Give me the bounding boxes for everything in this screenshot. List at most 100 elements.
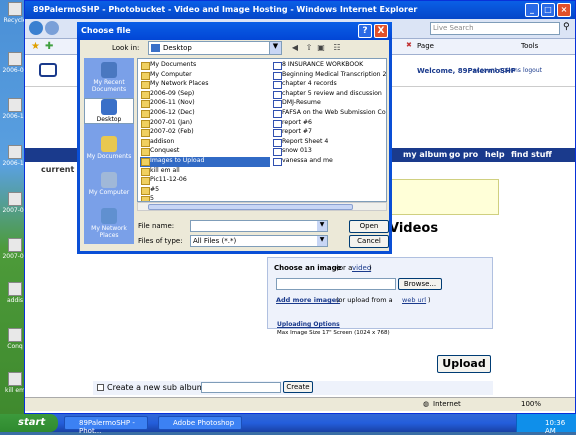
- account-options-link[interactable]: account options: [473, 67, 521, 74]
- place-recent-documents[interactable]: My Recent Documents: [84, 62, 134, 93]
- nav-my-album[interactable]: my album: [403, 150, 447, 159]
- file-item[interactable]: DMJ-Resume: [272, 99, 386, 109]
- scroll-thumb[interactable]: [148, 204, 353, 210]
- videos-heading: Videos: [389, 221, 439, 236]
- file-item[interactable]: kill em all: [140, 167, 270, 177]
- page-menu[interactable]: Page: [417, 42, 434, 50]
- file-item[interactable]: Beginning Medical Transcription 2nd ed: [272, 71, 386, 81]
- file-item[interactable]: addison: [140, 138, 270, 148]
- cancel-button[interactable]: Cancel: [349, 235, 389, 248]
- globe-icon: ◍: [423, 400, 430, 408]
- file-item[interactable]: 2006-11 (Nov): [140, 99, 270, 109]
- files-of-type-select[interactable]: All Files (*.*) ▼: [190, 235, 328, 247]
- look-in-label: Look in:: [112, 44, 140, 52]
- back-icon[interactable]: ◀: [290, 43, 300, 53]
- search-icon[interactable]: ⚲: [563, 22, 570, 32]
- search-input[interactable]: Live Search: [430, 22, 560, 35]
- file-item[interactable]: 2007-01 (Jan): [140, 119, 270, 129]
- favorites-star-icon[interactable]: ★: [31, 41, 40, 52]
- place-my-documents[interactable]: My Documents: [84, 136, 134, 160]
- chevron-down-icon[interactable]: ▼: [317, 236, 327, 246]
- browse-button[interactable]: Browse...: [398, 278, 442, 290]
- close-paren: ): [369, 264, 372, 272]
- zoom-level[interactable]: 100%: [521, 400, 541, 408]
- chevron-down-icon[interactable]: ▼: [269, 42, 281, 54]
- file-list[interactable]: My Documents My Computer My Network Places…: [137, 58, 387, 202]
- nav-go-pro[interactable]: go pro: [449, 150, 478, 159]
- add-favorites-icon[interactable]: ✚: [45, 41, 53, 52]
- choose-image-label: Choose an image: [274, 264, 342, 272]
- album-name-input[interactable]: [201, 382, 281, 393]
- close-paren-2: ): [428, 296, 431, 304]
- dialog-close-button[interactable]: X: [374, 24, 388, 38]
- place-label: My Network Places: [91, 225, 127, 239]
- file-item[interactable]: report #6: [272, 119, 386, 129]
- folder-icon: [8, 98, 22, 112]
- file-item[interactable]: 2007-02 (Feb): [140, 128, 270, 138]
- file-item[interactable]: My Network Places: [140, 80, 270, 90]
- help-button[interactable]: ?: [358, 24, 372, 38]
- file-item[interactable]: chapter 5 review and discussion: [272, 90, 386, 100]
- logout-link[interactable]: logout: [523, 67, 542, 74]
- maximize-button[interactable]: □: [541, 3, 555, 17]
- my-documents-icon: [101, 136, 117, 152]
- file-item[interactable]: My Computer: [140, 71, 270, 81]
- chevron-down-icon[interactable]: ▼: [317, 221, 327, 231]
- new-folder-icon[interactable]: ▣: [316, 43, 326, 53]
- place-desktop[interactable]: Desktop: [84, 98, 134, 124]
- tools-menu[interactable]: Tools: [521, 42, 538, 50]
- file-item[interactable]: 2006-12 (Dec): [140, 109, 270, 119]
- max-size-text: Max Image Size 17" Screen (1024 x 768): [277, 330, 390, 336]
- place-my-network-places[interactable]: My Network Places: [84, 208, 134, 239]
- file-item[interactable]: Report Sheet 4: [272, 138, 386, 148]
- view-menu-icon[interactable]: ☷: [330, 43, 344, 53]
- file-item[interactable]: My Documents: [140, 61, 270, 71]
- upload-button[interactable]: Upload: [437, 355, 491, 373]
- recycle-bin-icon: [8, 2, 22, 16]
- uploading-options-link[interactable]: Uploading Options: [277, 321, 340, 328]
- place-my-computer[interactable]: My Computer: [84, 172, 134, 196]
- stop-icon[interactable]: ✖: [406, 41, 412, 49]
- task-label: 89PalermoSHP - Phot...: [79, 419, 135, 435]
- nav-find-stuff[interactable]: find stuff: [511, 150, 552, 159]
- file-item[interactable]: 2006-09 (Sep): [140, 90, 270, 100]
- place-label: My Documents: [86, 153, 132, 160]
- file-name-input[interactable]: ▼: [190, 220, 328, 232]
- choose-file-dialog: Choose file ? X Look in: Desktop ▼ ◀ ⇧ ▣…: [77, 22, 392, 254]
- add-more-images-link[interactable]: Add more images: [276, 296, 340, 304]
- file-item[interactable]: snow 013: [272, 147, 386, 157]
- close-button[interactable]: ×: [557, 3, 571, 17]
- album-checkbox[interactable]: [97, 384, 104, 391]
- open-button[interactable]: Open: [349, 220, 389, 233]
- nav-help[interactable]: help: [485, 150, 505, 159]
- look-in-select[interactable]: Desktop ▼: [148, 41, 282, 55]
- status-zone: Internet: [433, 400, 461, 408]
- web-url-link[interactable]: web url: [402, 296, 426, 304]
- taskbar-item-ie[interactable]: 89PalermoSHP - Phot...: [64, 416, 148, 435]
- horizontal-scrollbar[interactable]: [137, 202, 387, 211]
- file-item[interactable]: FAFSA on the Web Submission Confirma: [272, 109, 386, 119]
- file-item[interactable]: Conquest: [140, 147, 270, 157]
- folder-icon: [8, 192, 22, 206]
- create-album-label: Create a new sub album: [107, 383, 205, 392]
- file-item[interactable]: report #7: [272, 128, 386, 138]
- create-button[interactable]: Create: [283, 381, 313, 393]
- start-button[interactable]: start: [0, 414, 58, 432]
- taskbar-item-photoshop[interactable]: Adobe Photoshop: [158, 416, 242, 430]
- minimize-button[interactable]: _: [525, 3, 539, 17]
- place-label: My Recent Documents: [91, 79, 127, 93]
- file-item[interactable]: #5: [140, 186, 270, 196]
- file-item[interactable]: chapter 4 records: [272, 80, 386, 90]
- file-item[interactable]: 5: [140, 195, 270, 201]
- file-item[interactable]: vanessa and me: [272, 157, 386, 167]
- files-of-type-label: Files of type:: [138, 237, 183, 245]
- up-folder-icon[interactable]: ⇧: [304, 43, 314, 53]
- file-item[interactable]: 8 INSURANCE WORKBOOK: [272, 61, 386, 71]
- file-item[interactable]: Pic11-12-06: [140, 176, 270, 186]
- back-icon[interactable]: [29, 21, 43, 35]
- file-path-input[interactable]: [276, 278, 396, 290]
- forward-icon[interactable]: [45, 21, 59, 35]
- file-item[interactable]: Images to Upload: [140, 156, 270, 167]
- ie-title-text: 89PalermoSHP - Photobucket - Video and I…: [33, 5, 418, 14]
- folder-icon: [8, 328, 22, 342]
